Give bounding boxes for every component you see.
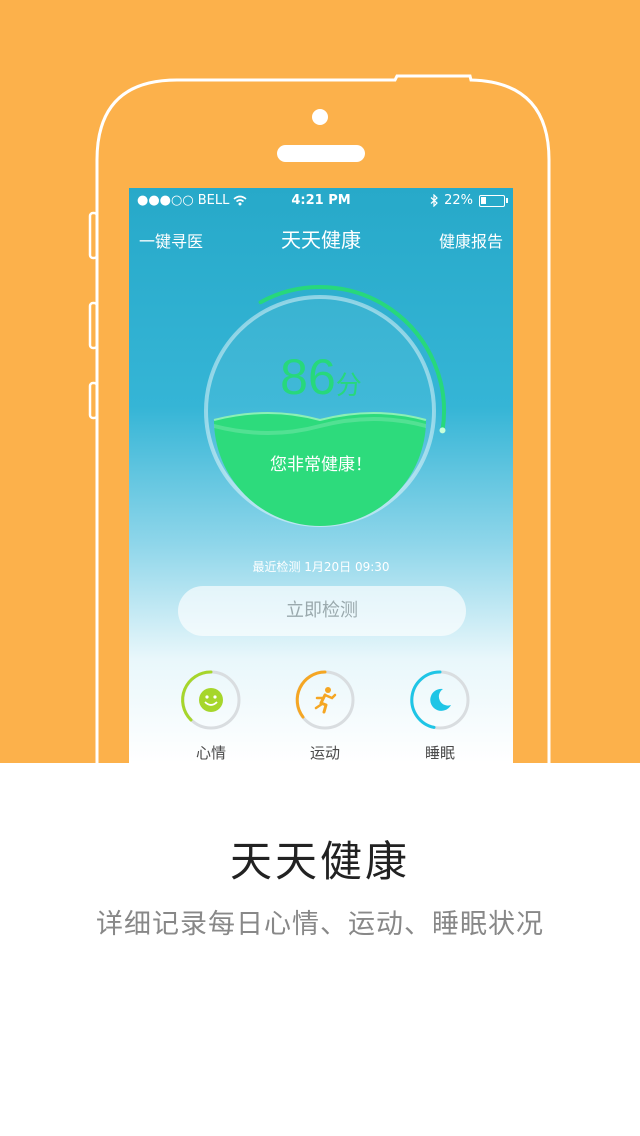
promo-background: ●●●○○ BELL 4:21 PM 22% 一键寻医 天天健康 健康报告 86… — [0, 0, 640, 763]
front-camera — [312, 109, 328, 125]
score-display: 86分 — [129, 348, 513, 406]
caption-title: 天天健康 — [229, 837, 410, 886]
app-screen: ●●●○○ BELL 4:21 PM 22% 一键寻医 天天健康 健康报告 86… — [129, 188, 513, 763]
health-message: 您非常健康！ — [270, 455, 372, 475]
earpiece — [277, 145, 365, 162]
category-mood[interactable]: 心情 — [179, 668, 243, 762]
mood-label: 心情 — [195, 744, 226, 762]
score-progress-dot — [439, 427, 446, 434]
category-sleep[interactable]: 睡眠 — [408, 668, 472, 762]
caption-subtitle: 详细记录每日心情、运动、睡眠状况 — [96, 909, 544, 940]
last-check-time: 最近检测 1月20日 09:30 — [252, 560, 390, 574]
moon-icon — [430, 688, 451, 711]
running-person-icon — [314, 687, 337, 714]
sleep-label: 睡眠 — [424, 744, 455, 762]
detect-now-button[interactable]: 立即检测 — [178, 586, 466, 636]
score-unit: 分 — [335, 371, 362, 401]
score-value: 86 — [280, 349, 336, 405]
category-exercise[interactable]: 运动 — [293, 668, 357, 762]
exercise-label: 运动 — [309, 744, 340, 762]
smiley-icon — [199, 688, 223, 712]
